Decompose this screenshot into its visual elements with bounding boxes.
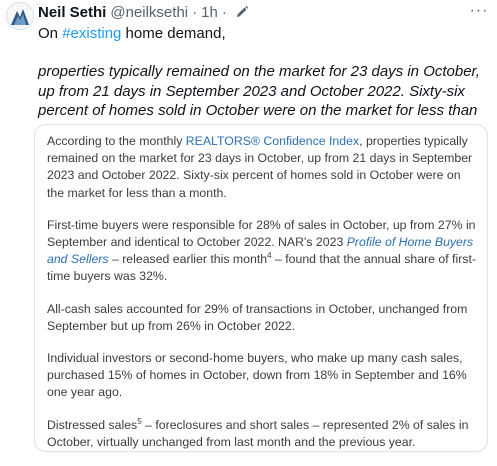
- p2-text-b: – released earlier this month: [108, 252, 268, 267]
- timestamp[interactable]: 1h: [201, 4, 218, 21]
- confidence-index-link: REALTORS® Confidence Index: [185, 134, 360, 148]
- separator-2: ·: [221, 3, 227, 21]
- tweet-header: Neil Sethi @neilksethi · 1h ·: [38, 2, 249, 22]
- author-handle[interactable]: @neilksethi: [110, 4, 188, 21]
- paragraph-5: Distressed sales5 – foreclosures and sho…: [47, 417, 479, 451]
- paragraph-3: All-cash sales accounted for 29% of tran…: [47, 301, 468, 333]
- more-icon[interactable]: ···: [469, 2, 489, 20]
- tweet-text: On #existing home demand,: [38, 24, 488, 44]
- tweet-text-suffix: home demand,: [121, 25, 226, 42]
- pencil-icon: [235, 5, 249, 19]
- avatar[interactable]: [6, 2, 34, 30]
- attached-image[interactable]: According to the monthly REALTORS® Confi…: [34, 124, 488, 452]
- avatar-icon: [7, 3, 33, 29]
- separator: ·: [192, 3, 198, 21]
- author-name[interactable]: Neil Sethi: [38, 4, 106, 21]
- hashtag-link[interactable]: #existing: [62, 25, 121, 42]
- paragraph-2: First-time buyers were responsible for 2…: [47, 217, 479, 286]
- image-text-block: According to the monthly REALTORS® Confi…: [47, 133, 479, 466]
- paragraph-4: Individual investors or second-home buye…: [47, 351, 467, 400]
- p1-text-a: According to the monthly: [47, 134, 186, 148]
- tweet-text-prefix: On: [38, 25, 63, 42]
- p5-text-a: Distressed sales: [47, 417, 138, 432]
- paragraph-1: According to the monthly REALTORS® Confi…: [47, 133, 479, 202]
